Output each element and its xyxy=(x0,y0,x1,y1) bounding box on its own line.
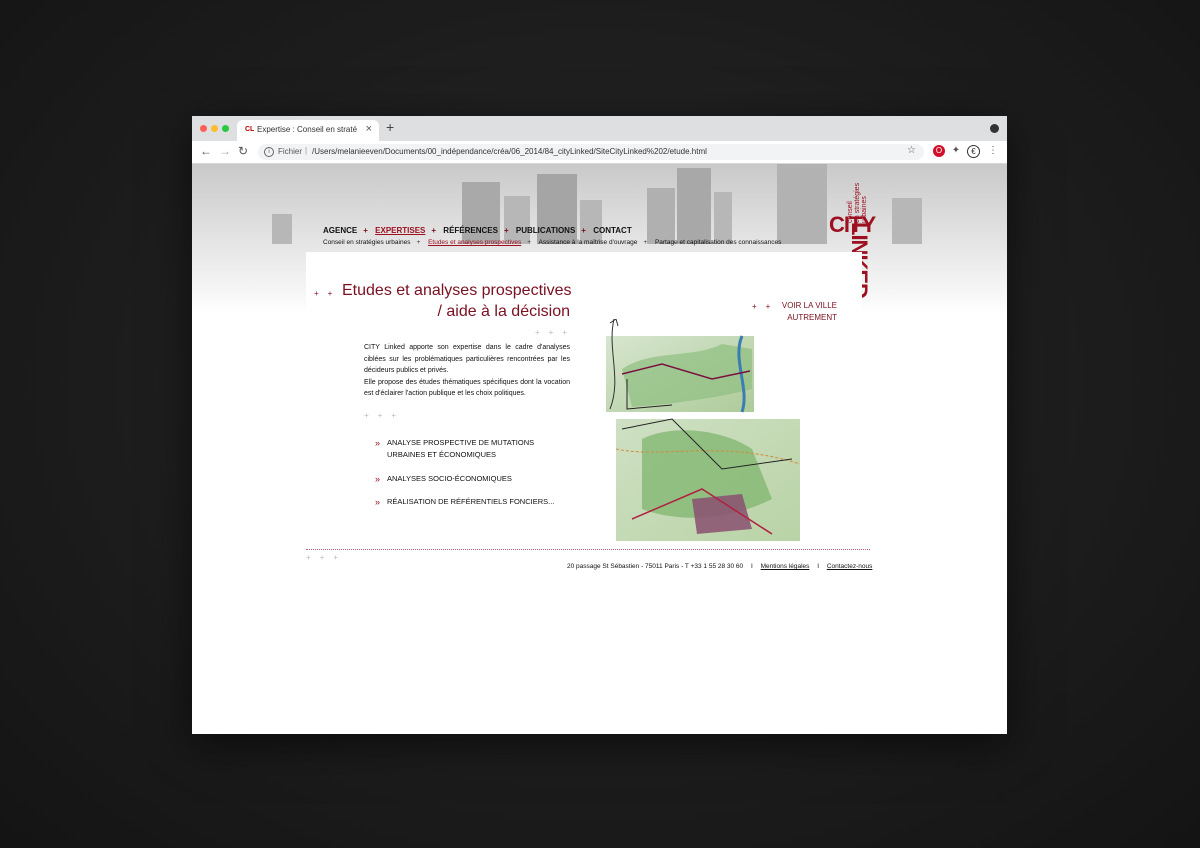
service-item[interactable]: » ANALYSES SOCIO-ÉCONOMIQUES xyxy=(375,473,557,485)
browser-toolbar: ← → ↻ i Fichier | /Users/melanieeven/Doc… xyxy=(192,141,1007,164)
intro-text: CITY Linked apporte son expertise dans l… xyxy=(364,342,570,400)
decor-plus: ++ xyxy=(314,289,342,298)
service-item[interactable]: » ANALYSE PROSPECTIVE DE MUTATIONS URBAI… xyxy=(375,437,557,461)
double-chevron-icon: » xyxy=(375,474,381,484)
close-tab-icon[interactable]: × xyxy=(366,123,372,135)
close-window-button[interactable] xyxy=(200,125,207,132)
new-tab-icon[interactable]: + xyxy=(386,119,394,135)
minimize-window-button[interactable] xyxy=(211,125,218,132)
browser-window: CL Expertise : Conseil en stratégie × + … xyxy=(192,116,1007,734)
tab-bar: CL Expertise : Conseil en stratégie × + xyxy=(192,116,1007,141)
forward-icon[interactable]: → xyxy=(219,144,231,158)
service-item[interactable]: » RÉALISATION DE RÉFÉRENTIELS FONCIERS..… xyxy=(375,496,557,508)
nav-agence[interactable]: AGENCE xyxy=(323,226,357,235)
page-viewport: AGENCE + EXPERTISES + RÉFÉRENCES + PUBLICAT… xyxy=(192,164,1007,734)
tab-title: Expertise : Conseil en stratégie xyxy=(257,125,357,134)
back-icon[interactable]: ← xyxy=(200,144,212,158)
url-text[interactable]: /Users/melanieeven/Documents/00_indépend… xyxy=(312,147,707,156)
logo-tagline: conseil en stratégies urbaines xyxy=(847,182,868,223)
url-separator: | xyxy=(305,146,308,155)
nav-publications[interactable]: PUBLICATIONS xyxy=(516,226,575,235)
opera-extension-icon[interactable]: O xyxy=(933,145,945,157)
menu-dots-icon[interactable]: ⋮ xyxy=(987,145,999,157)
decor-plus: +++ xyxy=(364,411,406,420)
nav-references[interactable]: RÉFÉRENCES xyxy=(443,226,498,235)
page-subtitle: / aide à la décision xyxy=(437,303,570,320)
decor-plus: +++ xyxy=(535,328,577,337)
decor-plus: +++ xyxy=(306,553,348,562)
main-nav: AGENCE + EXPERTISES + RÉFÉRENCES + PUBLICAT… xyxy=(323,226,632,235)
urban-maps-image xyxy=(606,319,801,541)
euro-extension-icon[interactable]: € xyxy=(967,145,980,158)
subnav-conseil[interactable]: Conseil en stratégies urbaines xyxy=(323,239,410,246)
double-chevron-icon: » xyxy=(375,497,381,507)
double-chevron-icon: » xyxy=(375,438,381,448)
maximize-window-button[interactable] xyxy=(222,125,229,132)
browser-tab[interactable]: CL Expertise : Conseil en stratégie × xyxy=(237,120,379,141)
url-scheme: Fichier xyxy=(278,147,303,156)
subnav-etudes[interactable]: Etudes et analyses prospectives xyxy=(428,239,521,246)
reload-icon[interactable]: ↻ xyxy=(238,144,248,158)
subnav-partage[interactable]: Partage et capitalisation des connaissan… xyxy=(655,239,781,246)
sub-nav: Conseil en stratégies urbaines + Etudes e… xyxy=(323,239,782,246)
subnav-assistance[interactable]: Assistance à la maîtrise d'ouvrage xyxy=(539,239,638,246)
bookmark-star-icon[interactable]: ☆ xyxy=(907,145,916,156)
footer-divider xyxy=(306,549,870,550)
footer-address: 20 passage St Sébastien - 75011 Paris - … xyxy=(567,563,744,570)
footer: 20 passage St Sébastien - 75011 Paris - … xyxy=(567,563,873,570)
page-title: Etudes et analyses prospectives xyxy=(342,282,572,299)
tab-search-icon[interactable] xyxy=(990,124,999,133)
intro-paragraph-1: CITY Linked apporte son expertise dans l… xyxy=(364,344,570,374)
site-info-icon[interactable]: i xyxy=(264,147,274,157)
nav-expertises[interactable]: EXPERTISES xyxy=(375,226,425,235)
legal-link[interactable]: Mentions légales xyxy=(761,563,810,570)
address-bar[interactable]: i Fichier | /Users/melanieeven/Documents… xyxy=(258,144,924,160)
contact-link[interactable]: Contactez-nous xyxy=(827,563,873,570)
favicon-icon: CL xyxy=(245,126,255,133)
puzzle-extension-icon[interactable]: ✦ xyxy=(950,145,962,157)
intro-paragraph-2: Elle propose des études thématiques spéc… xyxy=(364,378,570,398)
nav-contact[interactable]: CONTACT xyxy=(593,226,632,235)
